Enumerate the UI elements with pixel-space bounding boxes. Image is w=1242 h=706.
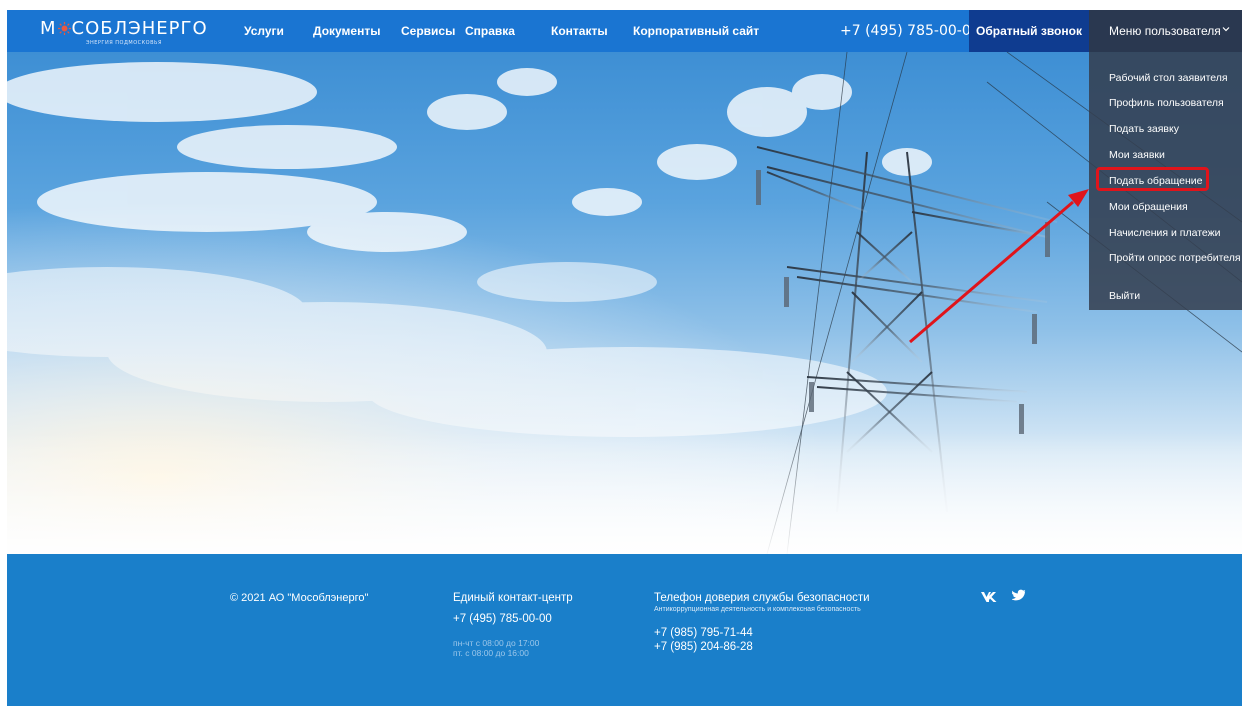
highlight-box: [1096, 167, 1209, 191]
logo-subtitle: ЭНЕРГИЯ ПОДМОСКОВЬЯ: [86, 40, 162, 46]
red-annotation-arrow: [909, 189, 1089, 344]
contact-center-title: Единый контакт-центр: [453, 592, 573, 604]
trust-line-phone-1[interactable]: +7 (985) 795-71-44: [654, 627, 753, 640]
logo-wordmark: М СОБЛЭНЕРГО: [40, 18, 208, 39]
site-logo[interactable]: М СОБЛЭНЕРГО ЭНЕРГИЯ ПОДМОСКОВЬЯ: [40, 18, 207, 46]
top-header: М СОБЛЭНЕРГО ЭНЕРГИЯ ПОДМОСКОВЬЯ Услуги Д…: [7, 10, 1242, 52]
site-footer: © 2021 АО "Мособлэнерго" Единый контакт-…: [7, 554, 1242, 706]
nav-item-services[interactable]: Услуги: [244, 24, 284, 38]
nav-item-tools[interactable]: Сервисы: [401, 24, 455, 38]
contact-center-phone[interactable]: +7 (495) 785-00-00: [453, 613, 552, 626]
trust-line-subtitle: Антикоррупционная деятельность и комплек…: [654, 606, 861, 613]
header-phone[interactable]: +7 (495) 785-00-00: [840, 22, 980, 40]
nav-item-documents[interactable]: Документы: [313, 24, 380, 38]
footer-copyright: © 2021 АО "Мособлэнерго": [230, 592, 369, 604]
nav-item-contacts[interactable]: Контакты: [551, 24, 608, 38]
menu-item-submit-request[interactable]: Подать заявку: [1109, 122, 1179, 136]
callback-button[interactable]: Обратный звонок: [969, 10, 1089, 52]
menu-item-my-requests[interactable]: Мои заявки: [1109, 148, 1165, 162]
user-menu-label: Меню пользователя: [1109, 24, 1221, 38]
hero-banner: [7, 52, 1242, 554]
menu-item-charges-payments[interactable]: Начисления и платежи: [1109, 226, 1221, 240]
logo-sun-icon: [57, 21, 71, 35]
menu-item-applicant-desktop[interactable]: Рабочий стол заявителя: [1109, 71, 1228, 85]
twitter-icon[interactable]: [1012, 589, 1026, 602]
callback-label: Обратный звонок: [976, 24, 1082, 38]
contact-center-hours-2: пт. с 08:00 до 16:00: [453, 648, 529, 658]
vk-icon[interactable]: [980, 591, 998, 603]
nav-item-corporate-site[interactable]: Корпоративный сайт: [633, 24, 759, 38]
menu-item-user-profile[interactable]: Профиль пользователя: [1109, 96, 1224, 110]
chevron-down-icon: [1222, 27, 1230, 32]
trust-line-phone-2[interactable]: +7 (985) 204-86-28: [654, 641, 753, 654]
menu-item-logout[interactable]: Выйти: [1109, 289, 1140, 303]
menu-item-my-appeals[interactable]: Мои обращения: [1109, 200, 1188, 214]
nav-item-help[interactable]: Справка: [465, 24, 515, 38]
page-frame: М СОБЛЭНЕРГО ЭНЕРГИЯ ПОДМОСКОВЬЯ Услуги Д…: [7, 10, 1242, 706]
user-menu-button[interactable]: Меню пользователя: [1089, 10, 1242, 52]
menu-item-consumer-survey[interactable]: Пройти опрос потребителя: [1109, 251, 1241, 265]
contact-center-hours-1: пн-чт с 08:00 до 17:00: [453, 638, 540, 648]
trust-line-title: Телефон доверия службы безопасности: [654, 592, 870, 604]
